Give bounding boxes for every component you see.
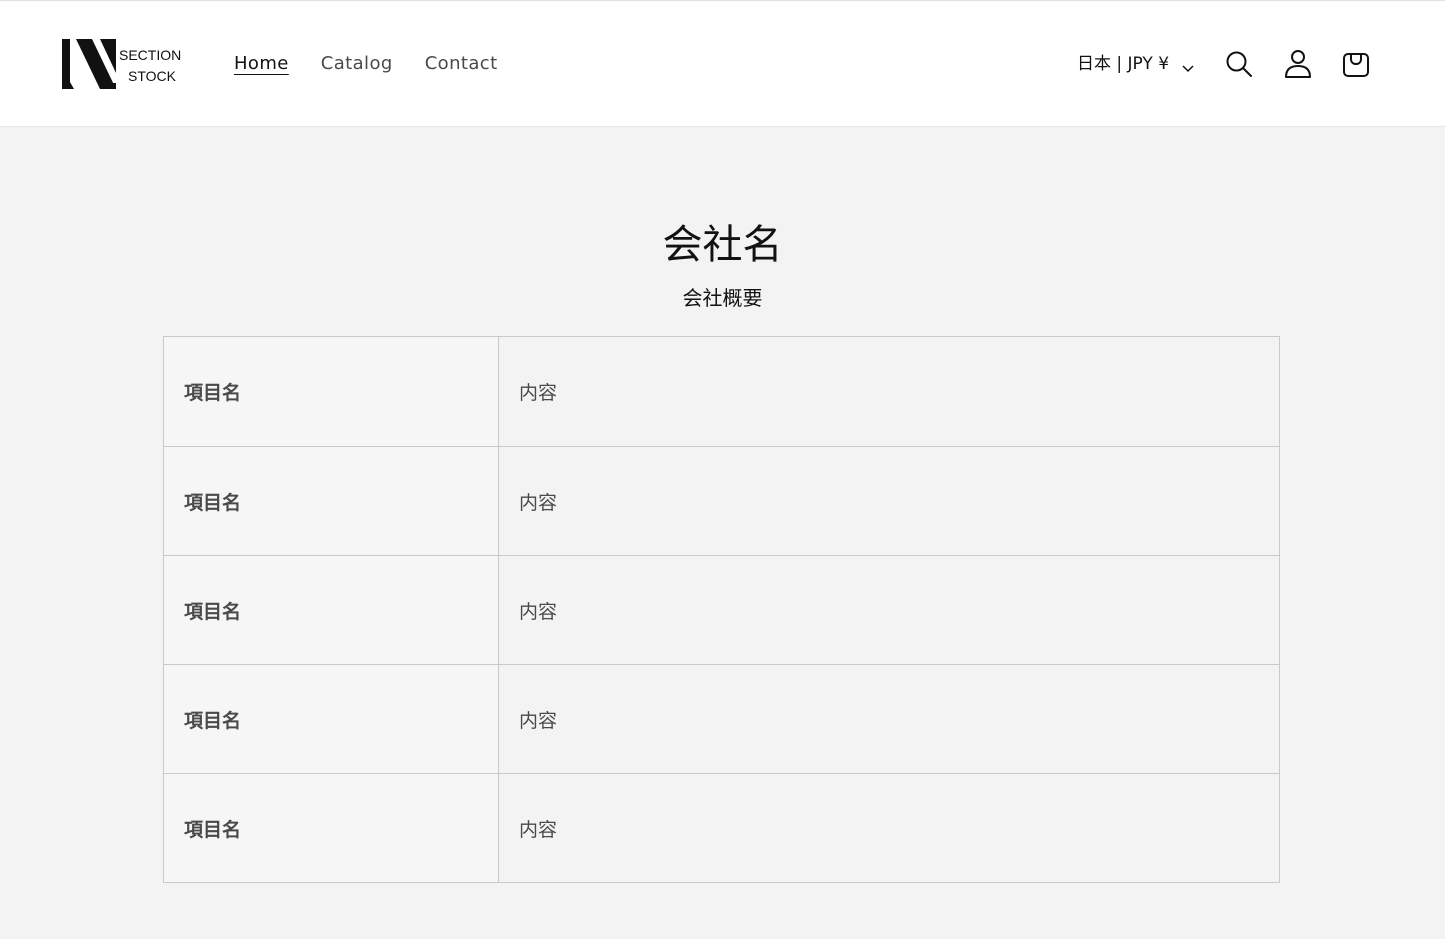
table-row: 項目名 内容 [164, 337, 1279, 446]
table-row: 項目名 内容 [164, 446, 1279, 555]
logo-text-line1: SECTION [119, 47, 181, 63]
table-cell-label: 項目名 [164, 774, 499, 882]
table-cell-label: 項目名 [164, 556, 499, 664]
logo-text-line2: STOCK [128, 68, 177, 84]
table-cell-value: 内容 [499, 556, 1279, 664]
table-cell-value: 内容 [499, 447, 1279, 555]
page-title: 会社名 [662, 222, 783, 268]
main-nav: Home Catalog Contact [234, 51, 498, 77]
search-icon[interactable] [1222, 47, 1256, 81]
nav-item-catalog[interactable]: Catalog [321, 51, 393, 77]
page-subtitle: 会社概要 [682, 286, 763, 310]
country-selector-label: 日本 | JPY ¥ [1077, 54, 1170, 74]
table-cell-label: 項目名 [164, 665, 499, 773]
page: SECTION STOCK Home Catalog Contact 日本 | … [0, 0, 1445, 939]
cart-icon[interactable] [1339, 47, 1373, 81]
site-header: SECTION STOCK Home Catalog Contact 日本 | … [0, 1, 1445, 127]
chevron-down-icon [1181, 57, 1195, 73]
table-row: 項目名 内容 [164, 664, 1279, 773]
section-stock-logo: SECTION STOCK [62, 39, 181, 89]
table-row: 項目名 内容 [164, 555, 1279, 664]
table-cell-value: 内容 [499, 337, 1279, 446]
table-cell-label: 項目名 [164, 447, 499, 555]
table-cell-value: 内容 [499, 774, 1279, 882]
table-cell-label: 項目名 [164, 337, 499, 446]
table-cell-value: 内容 [499, 665, 1279, 773]
company-info-table: 項目名 内容 項目名 内容 項目名 内容 項目名 内容 項目名 内容 [163, 336, 1280, 883]
country-selector[interactable]: 日本 | JPY ¥ [1077, 51, 1195, 77]
account-icon[interactable] [1281, 47, 1315, 81]
table-row: 項目名 内容 [164, 773, 1279, 882]
main-content: 会社名 会社概要 項目名 内容 項目名 内容 項目名 内容 項目名 内容 項目名… [0, 127, 1445, 939]
nav-item-home[interactable]: Home [234, 51, 289, 77]
nav-item-contact[interactable]: Contact [425, 51, 498, 77]
logo-link[interactable]: SECTION STOCK [62, 37, 182, 93]
